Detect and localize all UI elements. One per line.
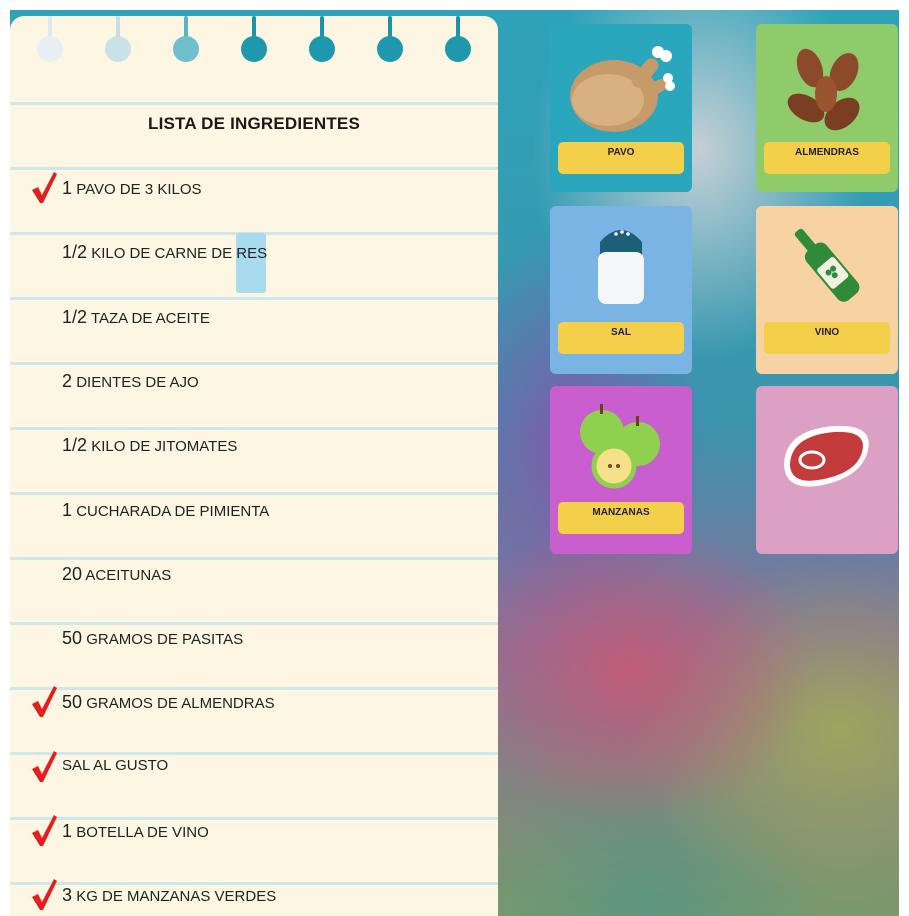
list-item-text: 50 GRAMOS DE PASITAS — [62, 628, 243, 649]
item-quantity: 50 — [62, 628, 83, 649]
list-item-text: 2 DIENTES DE AJO — [62, 371, 199, 392]
card-vino[interactable]: VINO — [756, 206, 898, 374]
spiral-ring-icon — [240, 16, 268, 66]
item-description: CUCHARADA DE PIMIENTA — [76, 502, 270, 520]
item-description: GRAMOS DE PASITAS — [86, 631, 244, 649]
list-item: 50 GRAMOS DE PASITAS — [10, 620, 498, 660]
checkmark-icon — [32, 686, 57, 718]
card-almendras[interactable]: ALMENDRAS — [756, 24, 898, 192]
card-label: PAVO — [558, 142, 684, 174]
list-item: 3 KG DE MANZANAS VERDES — [10, 877, 498, 916]
list-item: 1 BOTELLA DE VINO — [10, 813, 498, 853]
item-quantity: 2 — [62, 370, 73, 391]
checkmark-icon — [32, 172, 57, 203]
wine-bottle-icon — [794, 228, 860, 302]
card-label: MANZANAS — [558, 502, 684, 534]
item-quantity: 1/2 — [62, 306, 88, 327]
list-title: LISTA DE INGREDIENTES — [148, 114, 360, 133]
list-item-text: 3 KG DE MANZANAS VERDES — [62, 885, 276, 906]
item-description: KILO DE JITOMATES — [91, 438, 238, 456]
item-quantity: 1/2 — [62, 435, 88, 456]
item-description: PAVO DE 3 KILOS — [76, 181, 202, 198]
list-item-text: 1 PAVO DE 3 KILOS — [62, 178, 202, 199]
checkmark-icon — [32, 879, 57, 911]
list-item: 1 CUCHARADA DE PIMIENTA — [10, 492, 498, 532]
salt-shaker-icon — [598, 230, 644, 304]
apples-icon — [580, 404, 660, 489]
list-item-text: SAL AL GUSTO — [62, 757, 168, 774]
list-item-text: 50 GRAMOS DE ALMENDRAS — [62, 692, 275, 713]
item-description: KILO DE CARNE DE RES — [91, 245, 268, 263]
steak-icon — [784, 425, 869, 487]
item-description: BOTELLA DE VINO — [76, 824, 209, 841]
list-item: 1/2 TAZA DE ACEITE — [10, 299, 498, 339]
spiral-ring-icon — [444, 16, 472, 66]
card-label: SAL — [558, 322, 684, 354]
item-description: GRAMOS DE ALMENDRAS — [86, 695, 275, 713]
item-description: ACEITUNAS — [85, 566, 172, 584]
item-quantity: 50 — [62, 692, 83, 713]
spiral-ring-icon — [36, 16, 64, 66]
item-quantity: 20 — [62, 563, 83, 584]
list-item-text: 20 ACEITUNAS — [62, 564, 171, 585]
card-sal[interactable]: SAL — [550, 206, 692, 374]
turkey-icon — [570, 46, 675, 132]
card-manzanas[interactable]: MANZANAS — [550, 386, 692, 554]
item-description: DIENTES DE AJO — [76, 373, 199, 391]
card-label: ALMENDRAS — [764, 142, 890, 174]
item-quantity: 1/2 — [62, 242, 88, 263]
spiral-ring-icon — [376, 16, 404, 66]
list-item-text: 1/2 TAZA DE ACEITE — [62, 307, 210, 328]
game-stage: LISTA DE INGREDIENTES 1 PAVO DE 3 KILOS 1… — [10, 10, 899, 916]
spiral-ring-icon — [172, 16, 200, 66]
ingredient-notebook: LISTA DE INGREDIENTES 1 PAVO DE 3 KILOS 1… — [10, 16, 498, 916]
list-item: 50 GRAMOS DE ALMENDRAS — [10, 684, 498, 724]
card-pavo[interactable]: PAVO — [550, 24, 692, 192]
list-item-text: 1/2 KILO DE JITOMATES — [62, 435, 237, 456]
checkmark-icon — [32, 815, 57, 846]
almonds-icon — [787, 48, 860, 131]
list-item: 20 ACEITUNAS — [10, 556, 498, 596]
item-quantity: 1 — [62, 499, 73, 520]
list-item-text: 1 CUCHARADA DE PIMIENTA — [62, 500, 269, 521]
item-description: SAL AL GUSTO — [62, 756, 169, 774]
item-description: KG DE MANZANAS VERDES — [76, 888, 277, 906]
list-item: 1 PAVO DE 3 KILOS — [10, 170, 498, 210]
list-item-text: 1/2 KILO DE CARNE DE RES — [62, 242, 267, 263]
list-item: SAL AL GUSTO — [10, 749, 498, 789]
item-quantity: 3 — [62, 885, 73, 906]
item-quantity: 1 — [62, 178, 73, 198]
item-description: TAZA DE ACEITE — [90, 309, 210, 327]
checkmark-icon — [32, 750, 57, 782]
spiral-ring-icon — [104, 16, 132, 66]
card-steak[interactable] — [756, 386, 898, 554]
list-item: 1/2 KILO DE JITOMATES — [10, 427, 498, 467]
list-item: 2 DIENTES DE AJO — [10, 363, 498, 403]
spiral-ring-icon — [308, 16, 336, 66]
list-item-text: 1 BOTELLA DE VINO — [62, 821, 209, 842]
item-quantity: 1 — [62, 821, 73, 841]
list-item: 1/2 KILO DE CARNE DE RES — [10, 234, 498, 274]
card-label: VINO — [764, 322, 890, 354]
